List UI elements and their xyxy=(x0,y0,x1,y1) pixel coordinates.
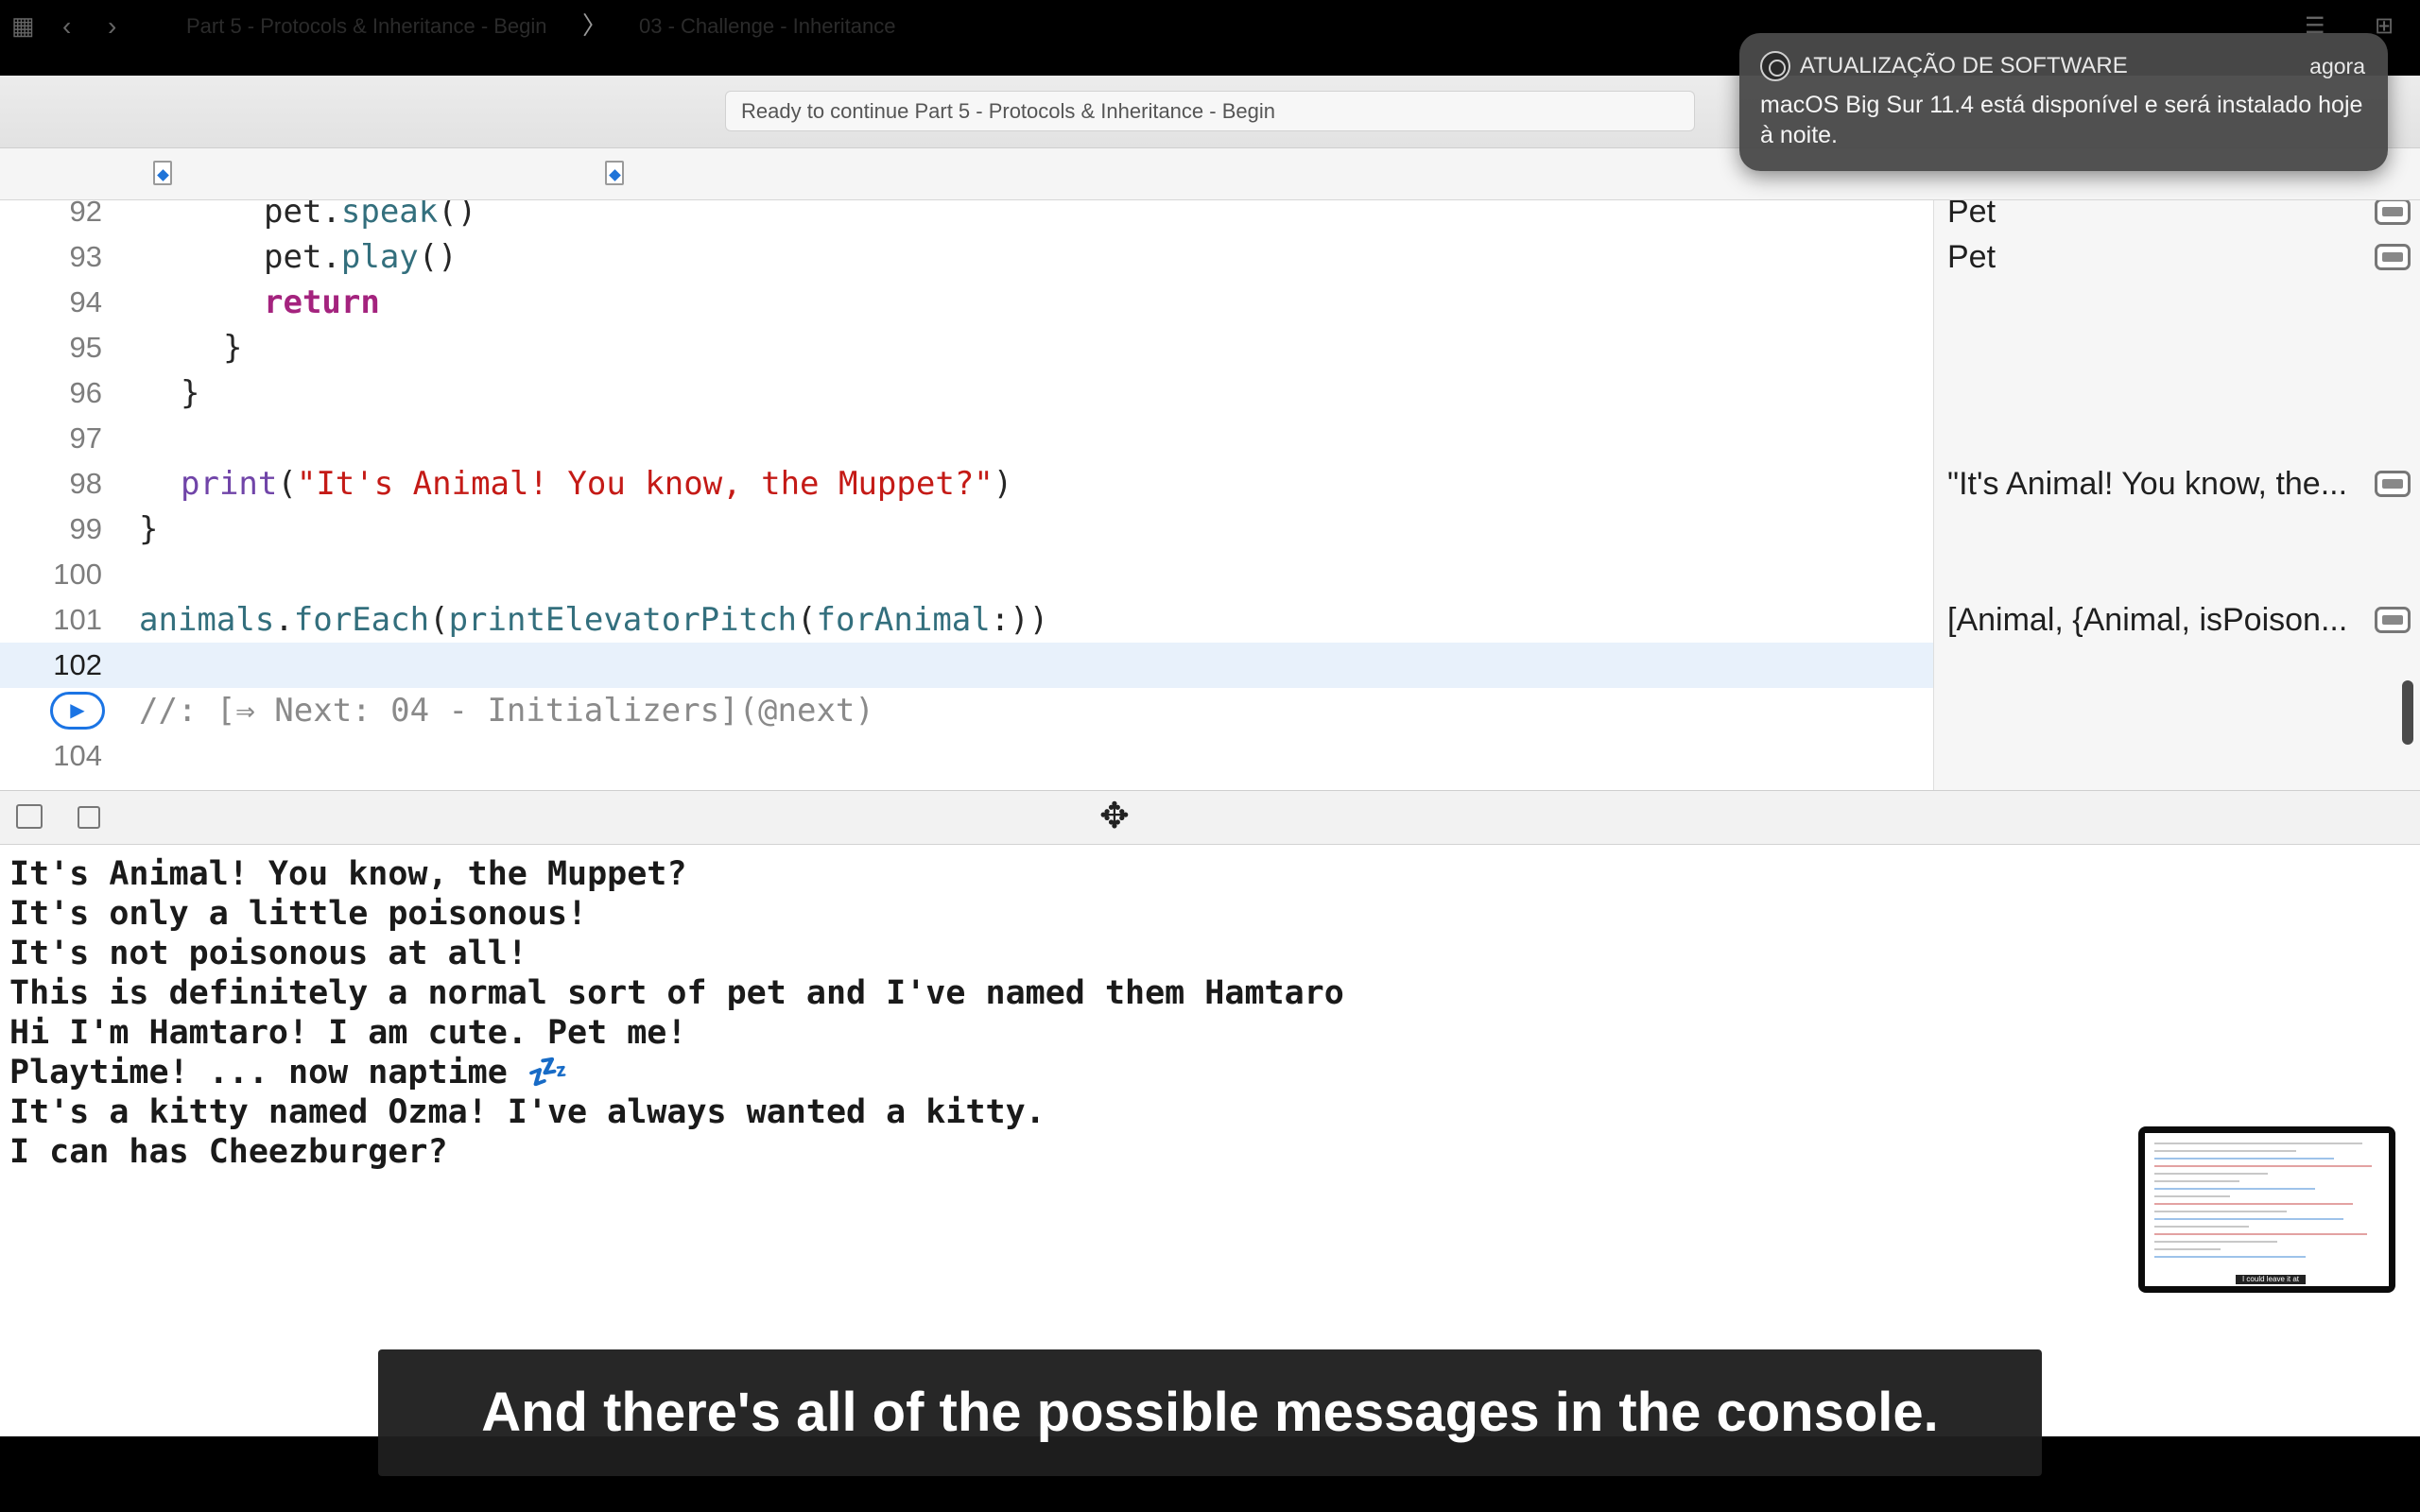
thumb-line xyxy=(2154,1226,2249,1228)
console-line: It's not poisonous at all! xyxy=(9,935,527,972)
code-line: 104 xyxy=(0,733,1933,779)
code-text: return xyxy=(264,284,380,321)
code-line: 98 print("It's Animal! You know, the Mup… xyxy=(0,461,1933,507)
console-line: It's a kitty named Ozma! I've always wan… xyxy=(9,1093,1046,1131)
code-line: 94 return xyxy=(0,280,1933,325)
thumb-line xyxy=(2154,1203,2353,1205)
result-item: Pet xyxy=(1947,234,2416,280)
line-number: 100 xyxy=(53,558,102,591)
code-text: print("It's Animal! You know, the Muppet… xyxy=(181,465,1013,503)
quick-look-icon[interactable] xyxy=(2375,607,2411,633)
quick-look-icon[interactable] xyxy=(2375,200,2411,225)
thumb-line xyxy=(2154,1195,2230,1197)
breadcrumb-project[interactable]: Part 5 - Protocols & Inheritance - Begin xyxy=(186,0,547,52)
thumb-line xyxy=(2154,1211,2287,1212)
result-item: "It's Animal! You know, the... xyxy=(1947,461,2416,507)
notification-time: agora xyxy=(2309,54,2365,78)
results-sidebar: Pet Pet "It's Animal! You know, the... [… xyxy=(1933,200,2420,790)
thumbnail-preview: I could leave it at that. xyxy=(2145,1133,2389,1286)
back-chevron-icon[interactable]: ‹ xyxy=(62,0,71,52)
result-value: "It's Animal! You know, the... xyxy=(1947,466,2348,502)
code-line: 96 } xyxy=(0,370,1933,416)
thumb-line xyxy=(2154,1241,2277,1243)
code-comment: //: [⇒ Next: 04 - Initializers](@next) xyxy=(139,692,874,730)
line-number: 104 xyxy=(53,739,102,772)
grid-icon[interactable]: ▦ xyxy=(11,0,35,52)
result-item: Pet xyxy=(1947,200,2416,234)
code-line-current: 102 xyxy=(0,643,1933,688)
swift-file-icon xyxy=(153,161,172,185)
thumbnail-caption: I could leave it at that. xyxy=(2236,1275,2306,1286)
resize-handle-icon[interactable]: ✥ xyxy=(1099,792,1130,841)
thumb-line xyxy=(2154,1158,2334,1160)
line-number: 99 xyxy=(69,512,102,545)
console-view-icon[interactable] xyxy=(78,806,100,829)
console-line: It's only a little poisonous! xyxy=(9,895,588,933)
console-line: It's Animal! You know, the Muppet? xyxy=(9,855,687,893)
code-text: } xyxy=(139,510,159,548)
thumb-line xyxy=(2154,1256,2306,1258)
console-line: Playtime! ... now naptime 💤 xyxy=(9,1054,569,1091)
software-update-icon xyxy=(1760,51,1790,81)
thumb-line xyxy=(2154,1150,2296,1152)
code-line: 101 animals.forEach(printElevatorPitch(f… xyxy=(0,597,1933,643)
notification-body: macOS Big Sur 11.4 está disponível e ser… xyxy=(1760,92,2363,148)
code-line: 93 pet.play() xyxy=(0,234,1933,280)
swift-file-icon xyxy=(605,161,624,185)
software-update-notification[interactable]: ATUALIZAÇÃO DE SOFTWARE agora macOS Big … xyxy=(1739,33,2388,171)
thumb-line xyxy=(2154,1173,2268,1175)
code-text: animals.forEach(printElevatorPitch(forAn… xyxy=(139,601,1049,639)
line-number: 102 xyxy=(53,648,102,681)
line-number: 101 xyxy=(53,603,102,636)
code-line: 97 xyxy=(0,416,1933,461)
notification-app-name: ATUALIZAÇÃO DE SOFTWARE xyxy=(1800,53,2128,78)
code-line: 99 } xyxy=(0,507,1933,552)
line-number: 98 xyxy=(69,467,102,500)
forward-chevron-icon[interactable]: › xyxy=(108,0,116,52)
run-to-line-button[interactable]: ▶ xyxy=(50,692,105,730)
thumb-line xyxy=(2154,1248,2221,1250)
quick-look-icon[interactable] xyxy=(2375,244,2411,270)
breadcrumb-page[interactable]: 03 - Challenge - Inheritance xyxy=(639,0,896,52)
result-value: Pet xyxy=(1947,239,1996,275)
line-number: 94 xyxy=(69,285,102,318)
thumb-line xyxy=(2154,1188,2315,1190)
thumb-line xyxy=(2154,1165,2372,1167)
code-text: pet.speak() xyxy=(264,200,477,231)
line-number: 93 xyxy=(69,240,102,273)
console-output[interactable]: It's Animal! You know, the Muppet? It's … xyxy=(0,845,2420,1436)
line-number: 97 xyxy=(69,421,102,455)
result-value: [Animal, {Animal, isPoison... xyxy=(1947,602,2348,638)
line-number: 92 xyxy=(69,200,102,228)
activity-status-field: Ready to continue Part 5 - Protocols & I… xyxy=(725,91,1695,131)
subtitle-text: And there's all of the possible messages… xyxy=(481,1382,1939,1443)
code-line: 92 pet.speak() xyxy=(0,200,1933,234)
results-scrollbar[interactable] xyxy=(2402,680,2413,745)
quick-look-icon[interactable] xyxy=(2375,471,2411,497)
code-editor[interactable]: 92 pet.speak() 93 pet.play() 94 return 9… xyxy=(0,200,1933,790)
console-line: I can has Cheezburger? xyxy=(9,1133,448,1171)
console-line: This is definitely a normal sort of pet … xyxy=(9,974,1344,1012)
result-value: Pet xyxy=(1947,200,1996,230)
video-thumbnail[interactable]: I could leave it at that. xyxy=(2138,1126,2395,1293)
code-line: 100 xyxy=(0,552,1933,597)
code-line: 95 } xyxy=(0,325,1933,370)
debug-area-bar xyxy=(0,790,2420,845)
thumb-line xyxy=(2154,1233,2367,1235)
line-number: 96 xyxy=(69,376,102,409)
thumb-line xyxy=(2154,1218,2343,1220)
breadcrumb-separator-icon: 〉 xyxy=(582,11,608,40)
console-line: Hi I'm Hamtaro! I am cute. Pet me! xyxy=(9,1014,687,1052)
thumb-line xyxy=(2154,1143,2362,1144)
video-subtitle: And there's all of the possible messages… xyxy=(378,1349,2042,1476)
code-line: ▶ //: [⇒ Next: 04 - Initializers](@next) xyxy=(0,688,1933,733)
result-item: [Animal, {Animal, isPoison... xyxy=(1947,597,2416,643)
line-number: 95 xyxy=(69,331,102,364)
code-text: pet.play() xyxy=(264,238,458,276)
code-text: } xyxy=(223,329,243,367)
thumb-line xyxy=(2154,1180,2239,1182)
code-text: } xyxy=(181,374,200,412)
hide-debug-area-icon[interactable] xyxy=(16,804,43,829)
